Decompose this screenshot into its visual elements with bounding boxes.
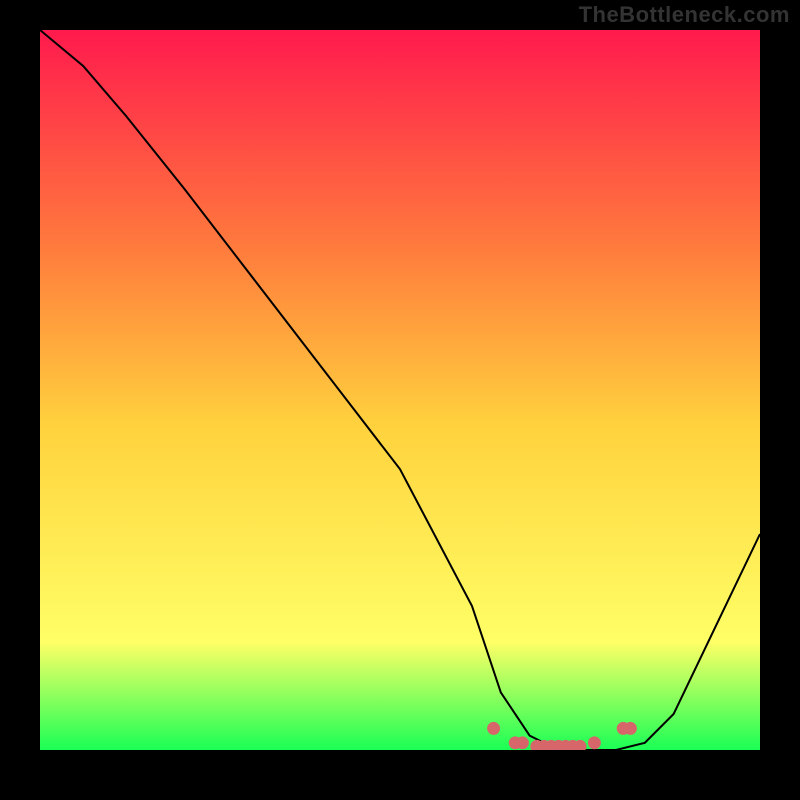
gradient-background — [40, 30, 760, 750]
chart-svg — [40, 30, 760, 750]
marker-dot — [624, 722, 637, 735]
frame: TheBottleneck.com — [0, 0, 800, 800]
watermark: TheBottleneck.com — [579, 2, 790, 28]
plot-area — [40, 30, 760, 750]
marker-dot — [487, 722, 500, 735]
marker-dot — [516, 736, 529, 749]
marker-dot — [588, 736, 601, 749]
